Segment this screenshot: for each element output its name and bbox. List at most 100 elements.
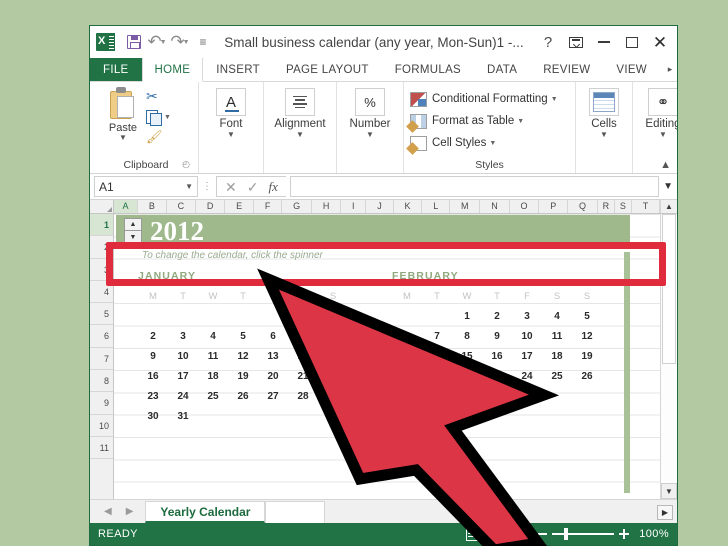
sheet-tab-yearly-calendar[interactable]: Yearly Calendar [145, 501, 266, 523]
column-header-k[interactable]: K [394, 200, 423, 213]
spinner-up-icon[interactable]: ▲ [124, 218, 142, 231]
row-header-10[interactable]: 10 [90, 415, 113, 437]
calendar-day-18[interactable]: 18 [198, 371, 228, 382]
calendar-day-10[interactable]: 10 [168, 351, 198, 362]
column-header-b[interactable]: B [138, 200, 167, 213]
page-layout-view-icon[interactable] [490, 527, 505, 541]
calendar-day-25[interactable]: 25 [542, 371, 572, 382]
tab-formulas[interactable]: FORMULAS [382, 58, 474, 81]
calendar-day-12[interactable]: 12 [572, 331, 602, 342]
calendar-day-28[interactable]: 28 [288, 391, 318, 402]
maximize-icon[interactable] [619, 30, 645, 54]
calendar-day-17[interactable]: 17 [168, 371, 198, 382]
chevron-down-icon[interactable]: ▼ [489, 140, 496, 147]
calendar-day-1[interactable]: 1 [452, 311, 482, 322]
number-dropdown-icon[interactable]: ▼ [366, 130, 374, 139]
row-header-4[interactable]: 4 [90, 281, 113, 304]
column-header-l[interactable]: L [422, 200, 451, 213]
column-header-m[interactable]: M [450, 200, 481, 213]
calendar-day-13[interactable]: 13 [392, 351, 422, 362]
insert-function-icon[interactable]: fx [268, 179, 277, 195]
normal-view-icon[interactable] [466, 527, 481, 541]
editing-button[interactable]: ⚭ Editing ▼ [639, 85, 677, 139]
help-button[interactable]: ? [535, 30, 561, 54]
minimize-icon[interactable] [591, 30, 617, 54]
calendar-day-7[interactable]: 7 [422, 331, 452, 342]
column-header-f[interactable]: F [254, 200, 283, 213]
expand-formula-bar-icon[interactable]: ▼ [663, 181, 673, 192]
calendar-day-11[interactable]: 11 [542, 331, 572, 342]
conditional-formatting-button[interactable]: Conditional Formatting ▼ [410, 89, 558, 109]
scroll-down-icon[interactable]: ▼ [661, 483, 677, 499]
column-header-h[interactable]: H [312, 200, 342, 213]
tab-data[interactable]: DATA [474, 58, 530, 81]
calendar-day-22[interactable]: 22 [318, 371, 348, 382]
calendar-day-5[interactable]: 5 [228, 331, 258, 342]
calendar-day-15[interactable]: 15 [452, 351, 482, 362]
tab-page-layout[interactable]: PAGE LAYOUT [273, 58, 382, 81]
column-header-e[interactable]: E [225, 200, 254, 213]
collapse-ribbon-icon[interactable]: ▲ [660, 159, 671, 171]
tab-view[interactable]: VIEW [603, 58, 660, 81]
zoom-slider[interactable] [538, 528, 630, 541]
cell-styles-button[interactable]: Cell Styles ▼ [410, 133, 558, 153]
spinner-down-icon[interactable]: ▼ [124, 231, 142, 244]
alignment-dropdown-icon[interactable]: ▼ [296, 130, 304, 139]
alignment-button[interactable]: Alignment ▼ [270, 85, 330, 139]
calendar-day-19[interactable]: 19 [572, 351, 602, 362]
column-header-t[interactable]: T [632, 200, 661, 213]
calendar-day-21[interactable]: 21 [288, 371, 318, 382]
cut-button[interactable]: ✂ [146, 88, 171, 106]
calendar-day-27[interactable]: 27 [392, 391, 422, 402]
calendar-day-4[interactable]: 4 [198, 331, 228, 342]
column-header-r[interactable]: R [598, 200, 615, 213]
copy-button[interactable]: ▼ [146, 108, 171, 126]
calendar-day-10[interactable]: 10 [512, 331, 542, 342]
ribbon-display-options-icon[interactable] [563, 30, 589, 54]
calendar-day-18[interactable]: 18 [542, 351, 572, 362]
column-header-c[interactable]: C [167, 200, 196, 213]
column-header-a[interactable]: A [114, 200, 138, 213]
calendar-day-2[interactable]: 2 [138, 331, 168, 342]
column-header-p[interactable]: P [539, 200, 569, 213]
scrollbar-thumb[interactable] [662, 214, 676, 364]
calendar-day-15[interactable]: 15 [318, 351, 348, 362]
row-header-5[interactable]: 5 [90, 303, 113, 326]
previous-sheet-icon[interactable]: ◀ [104, 506, 112, 517]
row-header-1[interactable]: 1 [90, 214, 113, 237]
formula-bar-splitter[interactable]: ⋮ [202, 181, 212, 192]
calendar-day-25[interactable]: 25 [198, 391, 228, 402]
calendar-day-29[interactable]: 29 [452, 391, 482, 402]
calendar-day-8[interactable]: 8 [318, 331, 348, 342]
page-break-preview-icon[interactable] [514, 527, 529, 541]
calendar-day-26[interactable]: 26 [228, 391, 258, 402]
row-header-11[interactable]: 11 [90, 437, 113, 460]
calendar-day-17[interactable]: 17 [512, 351, 542, 362]
tab-file[interactable]: FILE [90, 58, 142, 81]
calendar-day-7[interactable]: 7 [288, 331, 318, 342]
calendar-day-30[interactable]: 30 [138, 411, 168, 422]
row-header-9[interactable]: 9 [90, 392, 113, 415]
zoom-track[interactable] [552, 528, 615, 541]
font-button[interactable]: A Font ▼ [205, 85, 257, 139]
calendar-day-14[interactable]: 14 [422, 351, 452, 362]
chevron-down-icon[interactable]: ▼ [517, 118, 524, 125]
calendar-day-4[interactable]: 4 [542, 311, 572, 322]
column-header-o[interactable]: O [510, 200, 540, 213]
year-spinner[interactable]: ▲ ▼ [124, 218, 142, 244]
row-header-2[interactable]: 2 [90, 236, 113, 259]
redo-icon[interactable]: ↷ ▼ [170, 32, 190, 52]
editing-dropdown-icon[interactable]: ▼ [659, 130, 667, 139]
calendar-day-27[interactable]: 27 [258, 391, 288, 402]
calendar-day-22[interactable]: 22 [452, 371, 482, 382]
column-header-g[interactable]: G [282, 200, 312, 213]
calendar-day-26[interactable]: 26 [572, 371, 602, 382]
chevron-down-icon[interactable]: ▼ [185, 182, 193, 191]
dialog-launcher-icon[interactable]: ◴ [182, 156, 190, 172]
row-header-7[interactable]: 7 [90, 348, 113, 371]
calendar-day-11[interactable]: 11 [198, 351, 228, 362]
calendar-day-3[interactable]: 3 [168, 331, 198, 342]
calendar-day-6[interactable]: 6 [392, 331, 422, 342]
vertical-scrollbar[interactable]: ▼ [660, 214, 677, 499]
scrollbar-track[interactable] [661, 214, 677, 483]
